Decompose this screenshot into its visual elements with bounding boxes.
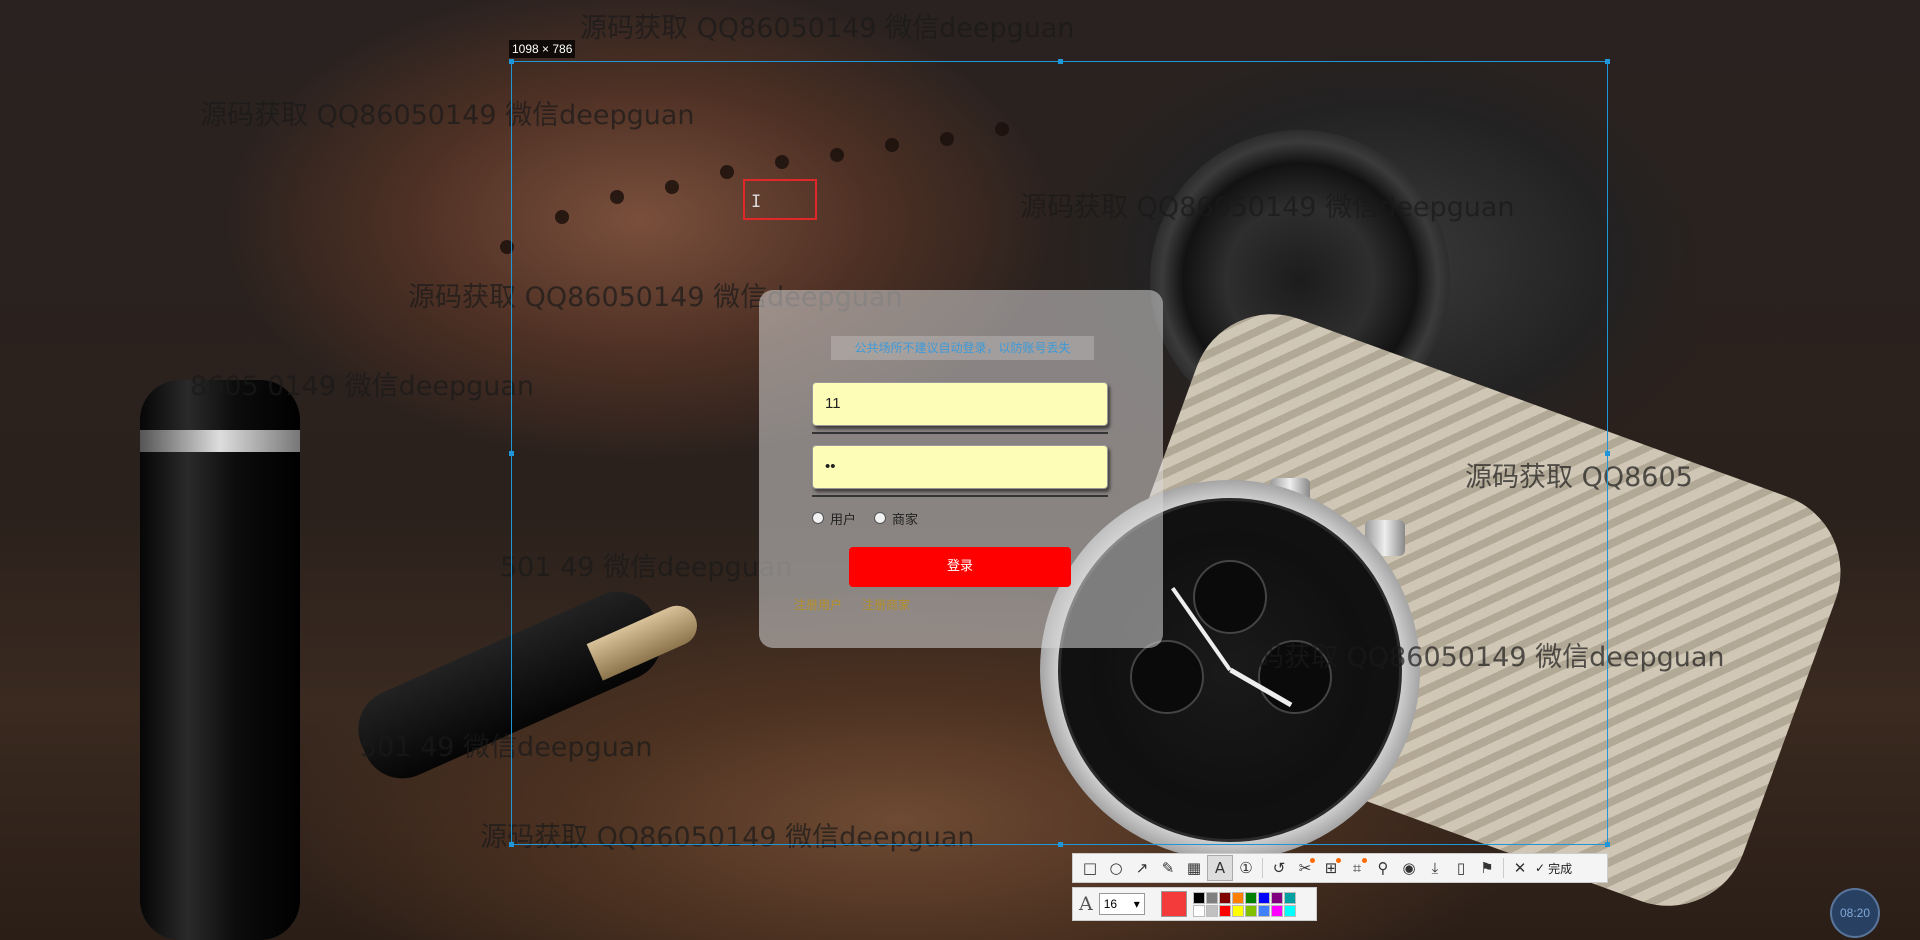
watermark-text: 源码获取 QQ86050149 微信deepguan (580, 13, 1075, 44)
text-settings-bar: A 16 ▾ (1072, 887, 1317, 921)
font-size-select[interactable]: 16 ▾ (1098, 893, 1145, 915)
resize-handle-s[interactable] (1058, 842, 1063, 847)
arrow-icon[interactable]: ↗ (1129, 855, 1155, 881)
font-icon: A (1079, 893, 1093, 915)
resize-handle-ne[interactable] (1605, 59, 1610, 64)
chevron-down-icon: ▾ (1133, 897, 1140, 911)
annotation-toolbar: □ ○ ↗ ✎ ▦ A ① ↺ ✂ ⊞ ⌗ ⚲ ◉ ⤓ ▯ ⚑ ✕ ✓ 完成 (1072, 853, 1608, 883)
color-swatch[interactable] (1205, 891, 1218, 904)
crop-icon[interactable]: ⌗ (1344, 855, 1370, 881)
resize-handle-sw[interactable] (509, 842, 514, 847)
fountain-pen-body-image (140, 380, 300, 940)
color-swatch[interactable] (1231, 891, 1244, 904)
color-swatch[interactable] (1244, 904, 1257, 917)
current-color-swatch[interactable] (1160, 891, 1187, 917)
color-swatch[interactable] (1270, 904, 1283, 917)
floating-clock[interactable]: 08:20 (1830, 888, 1880, 938)
color-swatch[interactable] (1257, 891, 1270, 904)
color-swatch[interactable] (1192, 904, 1205, 917)
color-swatch[interactable] (1283, 904, 1296, 917)
ellipse-icon[interactable]: ○ (1103, 855, 1129, 881)
done-button[interactable]: ✓ 完成 (1535, 860, 1572, 877)
phone-icon[interactable]: ▯ (1448, 855, 1474, 881)
color-swatch[interactable] (1218, 904, 1231, 917)
capture-region[interactable] (509, 59, 1610, 847)
color-swatch[interactable] (1270, 891, 1283, 904)
watermark-text: 8605 0149 微信deepguan (190, 371, 534, 402)
color-palette (1192, 891, 1296, 917)
color-swatch[interactable] (1192, 891, 1205, 904)
done-label: 完成 (1548, 861, 1573, 876)
undo-icon[interactable]: ↺ (1266, 855, 1292, 881)
color-swatch[interactable] (1244, 891, 1257, 904)
text-icon[interactable]: A (1207, 855, 1233, 881)
pencil-icon[interactable]: ✎ (1155, 855, 1181, 881)
color-swatch[interactable] (1231, 904, 1244, 917)
check-icon: ✓ (1535, 861, 1546, 875)
resize-handle-se[interactable] (1605, 842, 1610, 847)
pin-icon[interactable]: ⚲ (1370, 855, 1396, 881)
resize-handle-n[interactable] (1058, 59, 1063, 64)
pen-ring-image (140, 430, 300, 452)
color-swatch[interactable] (1205, 904, 1218, 917)
resize-handle-nw[interactable] (509, 59, 514, 64)
save-icon[interactable]: ⤓ (1422, 855, 1448, 881)
capture-size-label: 1098 × 786 (509, 40, 576, 58)
bookmark-icon[interactable]: ⚑ (1474, 855, 1500, 881)
color-swatch[interactable] (1257, 904, 1270, 917)
rectangle-icon[interactable]: □ (1077, 855, 1103, 881)
color-swatch[interactable] (1283, 891, 1296, 904)
record-icon[interactable]: ◉ (1396, 855, 1422, 881)
text-cursor-icon: I (751, 192, 762, 212)
serial-number-icon[interactable]: ① (1233, 855, 1259, 881)
mosaic-icon[interactable]: ▦ (1181, 855, 1207, 881)
close-icon[interactable]: ✕ (1507, 855, 1533, 881)
toolbar-divider (1503, 858, 1504, 878)
toolbar-divider (1262, 858, 1263, 878)
ocr-icon[interactable]: ⊞ (1318, 855, 1344, 881)
scissors-icon[interactable]: ✂ (1292, 855, 1318, 881)
resize-handle-e[interactable] (1605, 451, 1610, 456)
resize-handle-w[interactable] (509, 451, 514, 456)
font-size-value: 16 (1103, 897, 1118, 911)
color-swatch[interactable] (1218, 891, 1231, 904)
